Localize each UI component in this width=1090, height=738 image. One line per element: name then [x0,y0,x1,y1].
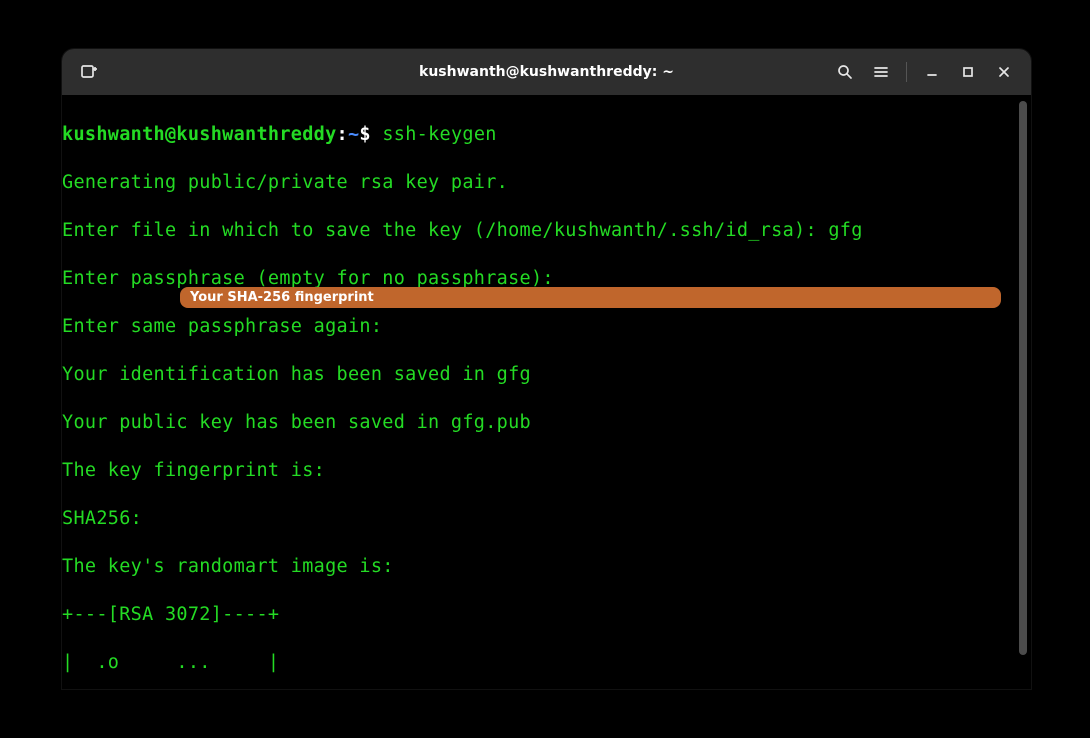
prompt-cwd: ~ [348,124,359,145]
close-button[interactable] [987,55,1021,89]
separator [906,62,907,82]
output-line: The key fingerprint is: [62,459,1017,483]
maximize-button[interactable] [951,55,985,89]
hamburger-menu-icon[interactable] [864,55,898,89]
search-icon[interactable] [828,55,862,89]
prompt-userhost: kushwanth@kushwanthreddy [62,124,337,145]
prompt-symbol: $ [359,124,370,145]
terminal-window: kushwanth@kushwanthreddy: ~ [62,49,1031,689]
output-line: Generating public/private rsa key pair. [62,171,1017,195]
output-line: Enter file in which to save the key (/ho… [62,219,1017,243]
output-line-sha: SHA256: [62,507,1017,531]
output-line: The key's randomart image is: [62,555,1017,579]
fingerprint-redaction: Your SHA-256 fingerprint [180,287,1001,308]
scrollbar[interactable] [1019,101,1027,655]
terminal-body[interactable]: kushwanth@kushwanthreddy:~$ ssh-keygen G… [62,95,1031,689]
terminal-output: kushwanth@kushwanthreddy:~$ ssh-keygen G… [62,99,1017,689]
output-line: Your public key has been saved in gfg.pu… [62,411,1017,435]
randomart-line: +---[RSA 3072]----+ [62,603,1017,627]
randomart-line: | .o ... | [62,651,1017,675]
prompt-colon: : [337,124,348,145]
titlebar: kushwanth@kushwanthreddy: ~ [62,49,1031,95]
redaction-label: Your SHA-256 fingerprint [190,290,374,305]
command-text: ssh-keygen [382,124,496,145]
new-tab-button[interactable] [72,55,106,89]
output-line: Enter same passphrase again: [62,315,1017,339]
output-line: Your identification has been saved in gf… [62,363,1017,387]
minimize-button[interactable] [915,55,949,89]
